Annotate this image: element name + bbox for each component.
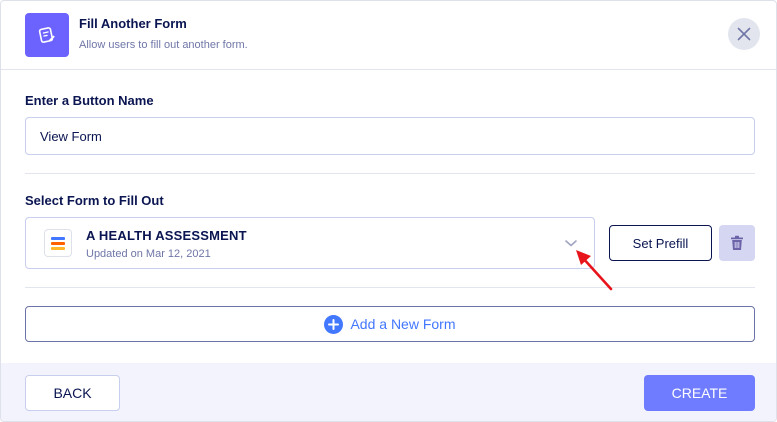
back-button[interactable]: BACK bbox=[25, 375, 120, 411]
modal-title: Fill Another Form bbox=[79, 16, 187, 31]
add-new-form-label: Add a New Form bbox=[350, 316, 456, 332]
fill-another-form-modal: Fill Another Form Allow users to fill ou… bbox=[0, 0, 777, 422]
divider bbox=[25, 287, 755, 288]
red-arrow-annotation bbox=[576, 250, 613, 291]
add-new-form-button[interactable]: Add a New Form bbox=[25, 306, 755, 342]
create-button[interactable]: CREATE bbox=[644, 375, 755, 411]
selected-form-updated: Updated on Mar 12, 2021 bbox=[86, 248, 211, 260]
close-button[interactable] bbox=[728, 18, 760, 50]
plus-circle-icon bbox=[324, 314, 344, 334]
button-name-input[interactable] bbox=[25, 117, 755, 155]
form-select-dropdown[interactable]: A HEALTH ASSESSMENT Updated on Mar 12, 2… bbox=[25, 217, 595, 269]
divider bbox=[25, 173, 755, 174]
selected-form-title: A HEALTH ASSESSMENT bbox=[86, 228, 247, 243]
close-icon bbox=[737, 27, 751, 41]
trash-icon bbox=[731, 235, 743, 250]
modal-header: Fill Another Form Allow users to fill ou… bbox=[1, 1, 776, 70]
form-edit-icon bbox=[25, 13, 69, 57]
delete-form-button[interactable] bbox=[719, 225, 755, 261]
modal-subtitle: Allow users to fill out another form. bbox=[79, 39, 248, 51]
button-name-label: Enter a Button Name bbox=[25, 93, 154, 108]
form-thumbnail-icon bbox=[44, 229, 72, 257]
select-form-label: Select Form to Fill Out bbox=[25, 193, 164, 208]
modal-footer: BACK CREATE bbox=[1, 363, 776, 421]
set-prefill-button[interactable]: Set Prefill bbox=[609, 225, 712, 261]
